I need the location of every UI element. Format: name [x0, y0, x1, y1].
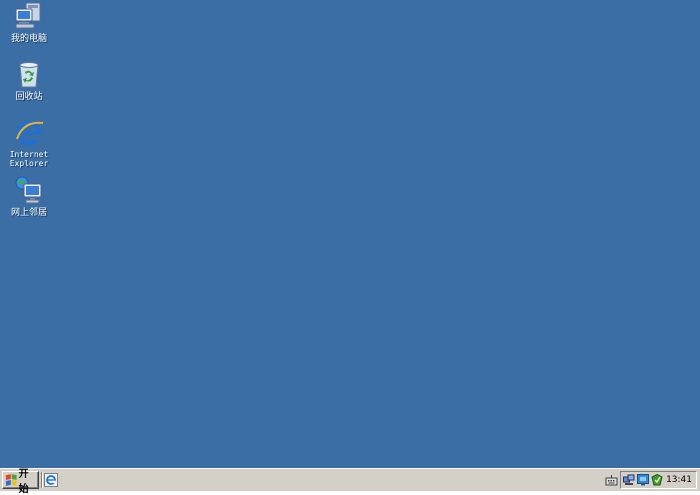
desktop-icon-recycle-bin[interactable]: 回收站 — [0, 59, 58, 102]
taskbar-clock[interactable]: 13:41 — [666, 474, 692, 486]
recycle-bin-icon — [19, 62, 39, 88]
taskbar: 开始 13:41 — [0, 468, 700, 495]
my-computer-icon — [15, 2, 41, 29]
desktop-icon-my-computer[interactable]: 我的电脑 — [0, 1, 58, 44]
keyboard-icon[interactable] — [605, 474, 618, 487]
windows-logo-icon — [5, 474, 17, 486]
network-places-icon — [15, 176, 42, 204]
internet-explorer-icon[interactable] — [44, 473, 58, 487]
monitor-icon[interactable] — [637, 474, 649, 486]
desktop-icon-internet-explorer[interactable]: Internet Explorer — [0, 117, 58, 168]
start-button[interactable]: 开始 — [2, 469, 39, 495]
desktop-icon-label: 我的电脑 — [10, 34, 47, 44]
quick-launch-divider — [41, 472, 43, 488]
network-icon[interactable] — [623, 474, 635, 486]
desktop-icon-network-places[interactable]: 网上邻居 — [0, 175, 58, 218]
system-tray: 13:41 — [620, 471, 697, 489]
desktop: 我的电脑 回收站 Internet Explorer 网上邻居 — [0, 0, 700, 468]
desktop-icon-label: 网上邻居 — [10, 208, 47, 218]
desktop-icon-label: Internet Explorer — [9, 150, 49, 168]
security-icon[interactable] — [651, 474, 663, 486]
internet-explorer-icon — [16, 121, 44, 145]
desktop-icon-label: 回收站 — [15, 92, 43, 102]
